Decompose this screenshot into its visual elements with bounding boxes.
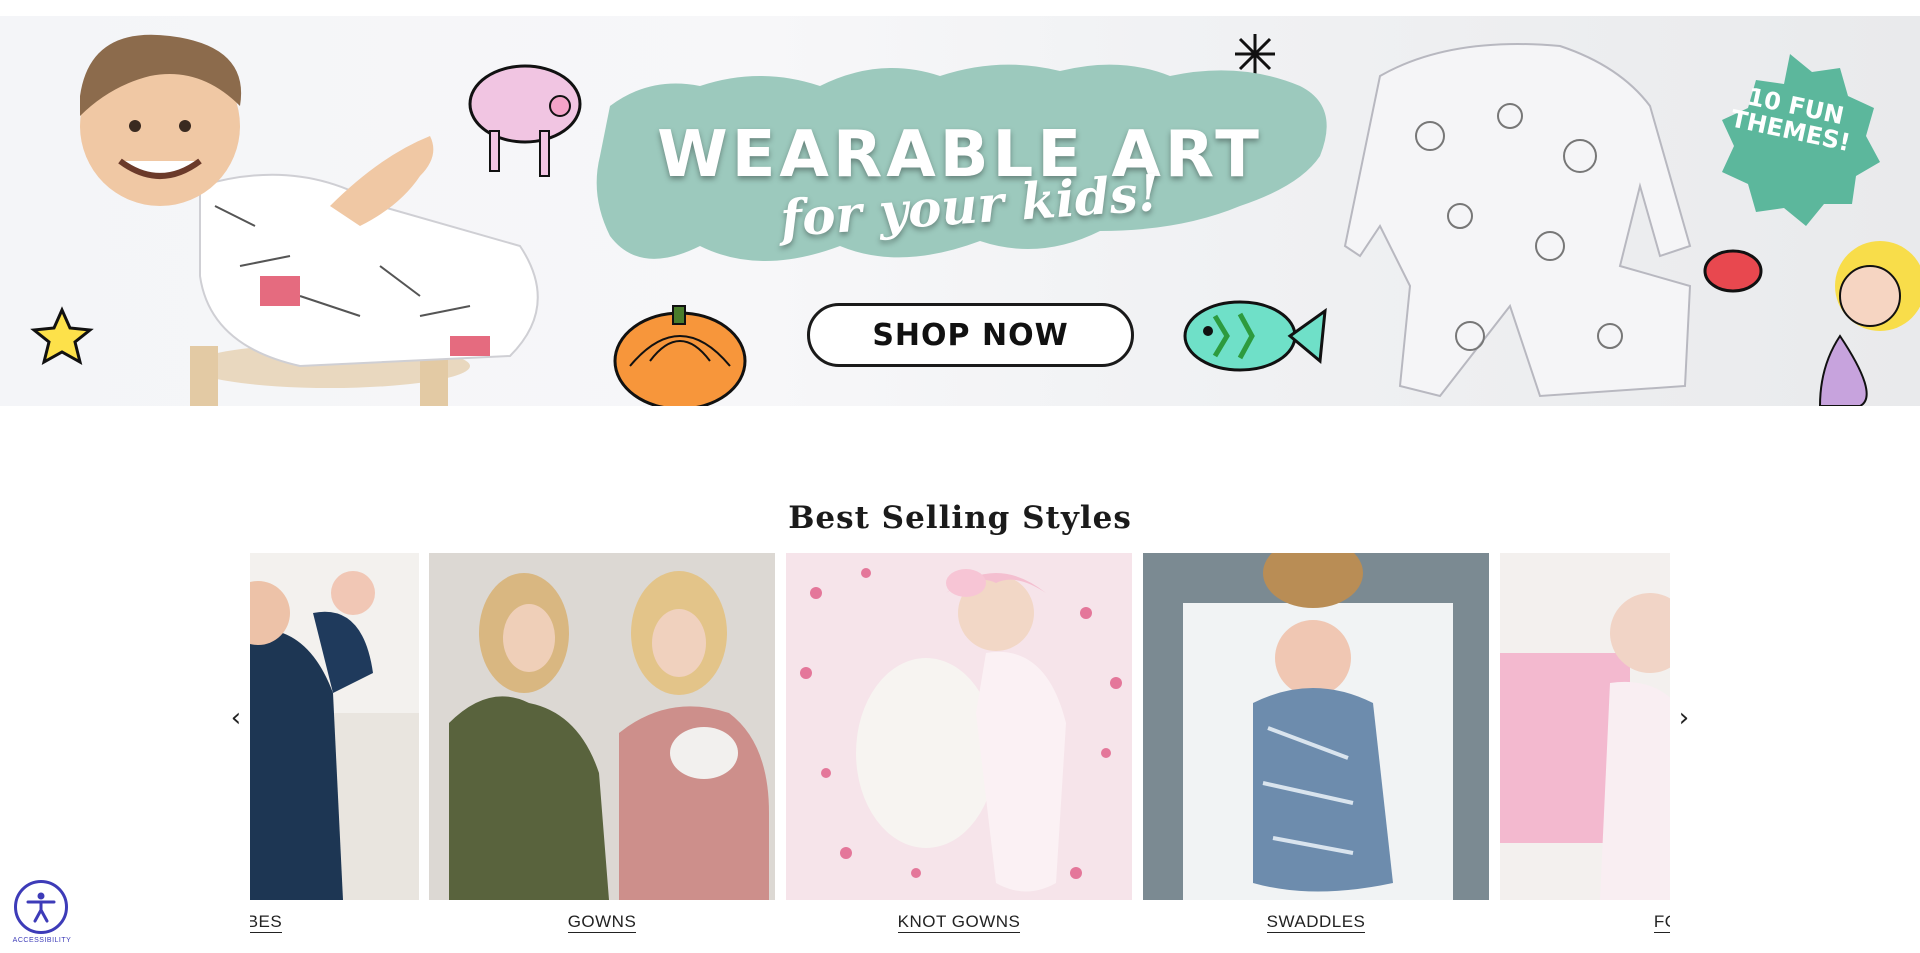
accessibility-label: ACCESSIBILITY bbox=[12, 937, 72, 944]
product-carousel: . ROBES GOWNS bbox=[250, 553, 1670, 953]
category-label[interactable]: SWADDLES bbox=[1143, 912, 1489, 933]
category-image[interactable] bbox=[250, 553, 419, 900]
category-image[interactable] bbox=[1500, 553, 1670, 900]
page: WEARABLE ART for your kids! 10 FUN THEME… bbox=[0, 0, 1920, 953]
carousel-prev-button[interactable]: ‹ bbox=[224, 702, 248, 734]
shop-now-button[interactable]: SHOP NOW bbox=[807, 303, 1134, 367]
hero-banner[interactable]: WEARABLE ART for your kids! 10 FUN THEME… bbox=[0, 16, 1920, 406]
category-image[interactable] bbox=[1143, 553, 1489, 900]
category-card-footies[interactable]: FOO bbox=[1500, 553, 1670, 933]
section-title: Best Selling Styles bbox=[788, 500, 1132, 536]
category-card-swaddles[interactable]: SWADDLES bbox=[1143, 553, 1489, 933]
category-card-gowns[interactable]: GOWNS bbox=[429, 553, 775, 933]
accessibility-icon bbox=[26, 892, 56, 923]
category-card-robes[interactable]: . ROBES bbox=[250, 553, 419, 933]
category-label[interactable]: . ROBES bbox=[250, 912, 419, 933]
accessibility-button[interactable] bbox=[14, 880, 68, 934]
carousel-next-button[interactable]: › bbox=[1672, 702, 1696, 734]
category-label[interactable]: KNOT GOWNS bbox=[786, 912, 1132, 933]
category-image[interactable] bbox=[786, 553, 1132, 900]
category-card-knot-gowns[interactable]: KNOT GOWNS bbox=[786, 553, 1132, 933]
category-label[interactable]: GOWNS bbox=[429, 912, 775, 933]
category-label[interactable]: FOO bbox=[1500, 912, 1670, 933]
category-image[interactable] bbox=[429, 553, 775, 900]
